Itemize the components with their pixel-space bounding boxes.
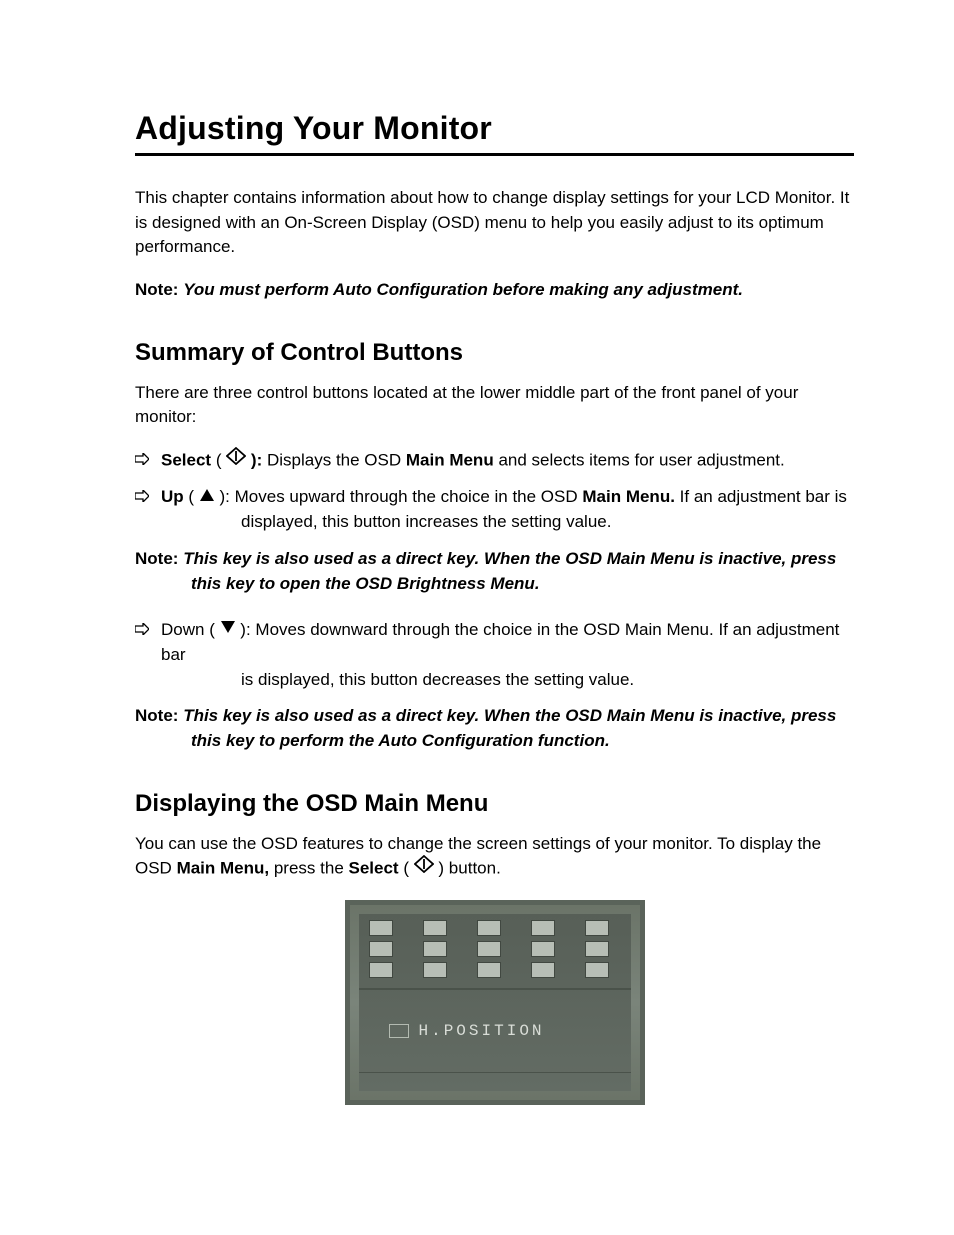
osd-menu-icon xyxy=(423,920,447,936)
osd-menu-icon xyxy=(369,920,393,936)
page-title: Adjusting Your Monitor xyxy=(135,110,854,147)
t: ( xyxy=(399,859,414,878)
arrow-icon xyxy=(135,618,161,692)
t: ): xyxy=(236,620,256,639)
note-label: Note: xyxy=(135,549,178,568)
bullet-down: Down ( ): Moves downward through the cho… xyxy=(135,618,854,692)
note-up-direct-key: Note: This key is also used as a direct … xyxy=(135,547,854,596)
osd-menu-icon xyxy=(531,941,555,957)
arrow-icon xyxy=(135,485,161,534)
note-down-direct-key: Note: This key is also used as a direct … xyxy=(135,704,854,753)
t: Main Menu. xyxy=(582,487,675,506)
note-text: This key is also used as a direct key. W… xyxy=(183,549,836,593)
osd-menu-icon xyxy=(531,962,555,978)
t: ( xyxy=(184,487,199,506)
t: Main Menu xyxy=(406,450,494,469)
osd-menu-icon xyxy=(423,941,447,957)
osd-menu-icon xyxy=(585,920,609,936)
osd-label: H.POSITION xyxy=(419,1022,545,1040)
select-diamond-icon xyxy=(226,447,246,473)
t: Main Menu, xyxy=(177,859,270,878)
t: press the xyxy=(269,859,348,878)
osd-menu-icon xyxy=(477,920,501,936)
section-osd-paragraph: You can use the OSD features to change t… xyxy=(135,832,854,882)
osd-icon-bar xyxy=(359,914,631,990)
note-auto-config: Note: You must perform Auto Configuratio… xyxy=(135,278,854,303)
intro-paragraph: This chapter contains information about … xyxy=(135,186,854,260)
triangle-up-icon xyxy=(199,485,215,510)
triangle-down-icon xyxy=(220,617,236,642)
t: Select xyxy=(349,859,399,878)
osd-bottom-bar xyxy=(359,1072,631,1091)
arrow-icon xyxy=(135,448,161,474)
t: ( xyxy=(211,450,226,469)
t: ): xyxy=(246,450,267,469)
down-name: Down xyxy=(161,620,204,639)
bullet-down-content: Down ( ): Moves downward through the cho… xyxy=(161,618,854,692)
osd-menu-icon xyxy=(531,920,555,936)
bullet-up: Up ( ): Moves upward through the choice … xyxy=(135,485,854,534)
osd-menu-icon xyxy=(369,941,393,957)
osd-frame: H.POSITION xyxy=(345,900,645,1105)
section-osd-title: Displaying the OSD Main Menu xyxy=(135,790,854,818)
section-summary-title: Summary of Control Buttons xyxy=(135,339,854,367)
t: If an adjustment bar is xyxy=(675,487,847,506)
t: and selects items for user adjustment. xyxy=(494,450,785,469)
t: ) button. xyxy=(434,859,501,878)
osd-menu-icon xyxy=(585,941,609,957)
osd-menu-icon xyxy=(369,962,393,978)
note-text: You must perform Auto Configuration befo… xyxy=(183,280,743,299)
osd-menu-icon xyxy=(423,962,447,978)
osd-menu-icon xyxy=(477,962,501,978)
note-label: Note: xyxy=(135,280,178,299)
osd-hposition-icon xyxy=(389,1024,409,1038)
bullet-select-content: Select ( ): Displays the OSD Main Menu a… xyxy=(161,448,854,474)
osd-screenshot: H.POSITION xyxy=(135,900,854,1105)
osd-inner: H.POSITION xyxy=(359,914,631,1091)
up-name: Up xyxy=(161,487,184,506)
section-summary-intro: There are three control buttons located … xyxy=(135,381,854,430)
down-hang: is displayed, this button decreases the … xyxy=(161,668,854,693)
select-diamond-icon xyxy=(414,855,434,881)
t: ( xyxy=(204,620,219,639)
osd-body: H.POSITION xyxy=(359,990,631,1072)
osd-menu-icon xyxy=(585,962,609,978)
bullet-select: Select ( ): Displays the OSD Main Menu a… xyxy=(135,448,854,474)
t: Moves downward through the choice in the… xyxy=(161,620,839,664)
document-page: Adjusting Your Monitor This chapter cont… xyxy=(0,0,954,1235)
t: ): xyxy=(215,487,235,506)
select-name: Select xyxy=(161,450,211,469)
up-hang: displayed, this button increases the set… xyxy=(161,510,854,535)
t: Moves upward through the choice in the O… xyxy=(235,487,583,506)
title-rule xyxy=(135,153,854,156)
osd-menu-icon xyxy=(477,941,501,957)
bullet-up-content: Up ( ): Moves upward through the choice … xyxy=(161,485,854,534)
note-text: This key is also used as a direct key. W… xyxy=(183,706,836,750)
t: Displays the OSD xyxy=(267,450,406,469)
note-label: Note: xyxy=(135,706,178,725)
